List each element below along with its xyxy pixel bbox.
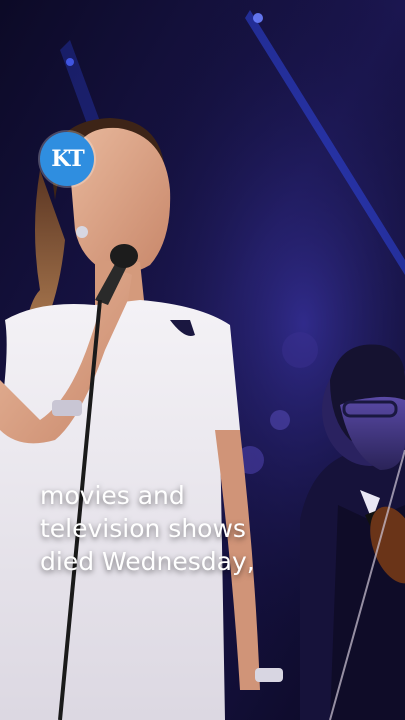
caption-line-1: movies and (40, 481, 185, 510)
caption-line-3: died Wednesday, (40, 547, 255, 576)
video-caption: movies and television shows died Wednesd… (40, 479, 255, 578)
video-frame[interactable]: KT movies and television shows died Wedn… (0, 0, 405, 720)
khaleej-times-logo-icon: KT (40, 132, 94, 186)
caption-line-2: television shows (40, 514, 246, 543)
concert-photo (0, 0, 405, 720)
